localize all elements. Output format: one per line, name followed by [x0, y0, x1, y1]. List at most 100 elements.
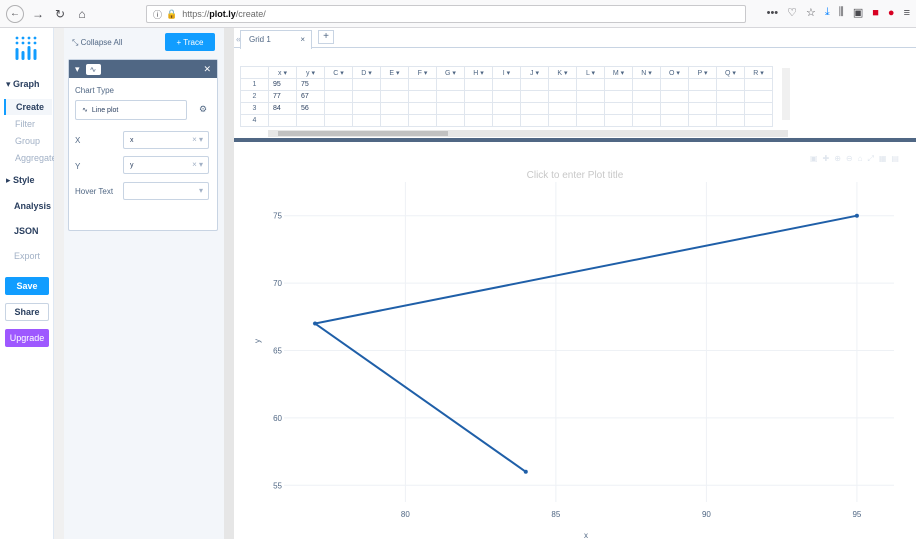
download-icon[interactable]: ⤓ [825, 6, 830, 19]
grid-column-header[interactable]: O ▾ [660, 66, 689, 79]
grid-column-header[interactable]: N ▾ [632, 66, 661, 79]
reload-button[interactable]: ↻ [52, 6, 68, 22]
grid-cell[interactable] [660, 90, 689, 103]
grid-cell[interactable] [548, 78, 577, 91]
nav-graph-section[interactable]: ▾ Graph [6, 79, 40, 90]
upgrade-button[interactable]: Upgrade [5, 329, 49, 347]
y-clear-chevron-icon[interactable]: × ▾ [192, 160, 203, 169]
grid-cell[interactable] [436, 102, 465, 115]
grid-column-header[interactable]: M ▾ [604, 66, 633, 79]
grid-scroll-thumb[interactable] [278, 131, 448, 136]
grid-column-header[interactable]: H ▾ [464, 66, 493, 79]
grid-vertical-scrollbar[interactable] [782, 68, 790, 120]
grid-cell[interactable] [548, 102, 577, 115]
close-tab-icon[interactable]: × [300, 31, 305, 48]
bookmark-star-icon[interactable]: ☆ [806, 6, 816, 19]
grid-cell[interactable] [268, 114, 297, 127]
grid-column-header[interactable]: J ▾ [520, 66, 549, 79]
x-column-select[interactable]: x × ▾ [123, 131, 209, 149]
grid-cell[interactable] [632, 114, 661, 127]
close-icon[interactable]: ✕ [203, 64, 211, 75]
hover-text-select[interactable]: ▾ [123, 182, 209, 200]
grid-cell[interactable] [688, 78, 717, 91]
grid-row-number[interactable]: 1 [240, 78, 269, 91]
grid-cell[interactable] [576, 114, 605, 127]
grid-cell[interactable]: 75 [296, 78, 325, 91]
add-grid-tab-button[interactable]: + [318, 30, 334, 44]
menu-icon[interactable]: ≡ [904, 7, 910, 19]
grid-cell[interactable] [744, 90, 773, 103]
grid-column-header[interactable]: D ▾ [352, 66, 381, 79]
grid-cell[interactable] [408, 102, 437, 115]
grid-cell[interactable] [716, 114, 745, 127]
grid-cell[interactable] [464, 78, 493, 91]
grid-cell[interactable]: 67 [296, 90, 325, 103]
grid-cell[interactable] [464, 114, 493, 127]
grid-cell[interactable] [352, 90, 381, 103]
y-column-select[interactable]: y × ▾ [123, 156, 209, 174]
grid-cell[interactable] [520, 78, 549, 91]
grid-cell[interactable] [380, 78, 409, 91]
grid-cell[interactable] [296, 114, 325, 127]
grid-cell[interactable] [632, 90, 661, 103]
grid-cell[interactable]: 56 [296, 102, 325, 115]
grid-cell[interactable] [380, 114, 409, 127]
forward-button[interactable]: → [30, 6, 46, 22]
grid-cell[interactable] [688, 114, 717, 127]
grid-column-header[interactable]: y ▾ [296, 66, 325, 79]
grid-cell[interactable] [604, 90, 633, 103]
home-button[interactable]: ⌂ [74, 6, 90, 22]
grid-cell[interactable] [660, 78, 689, 91]
nav-filter[interactable]: Filter [15, 119, 35, 129]
grid-column-header[interactable]: L ▾ [576, 66, 605, 79]
grid-cell[interactable] [492, 90, 521, 103]
data-point[interactable] [523, 469, 528, 474]
chevron-down-icon[interactable]: ▾ [75, 64, 80, 75]
left-nav-scrollbar[interactable] [54, 28, 64, 539]
grid-cell[interactable] [604, 102, 633, 115]
nav-style-section[interactable]: ▸ Style [6, 175, 35, 186]
grid-cell[interactable] [744, 78, 773, 91]
grid-cell[interactable] [520, 90, 549, 103]
grid-cell[interactable] [324, 114, 353, 127]
trace-card-header[interactable]: ▾ ∿ ✕ [69, 60, 217, 78]
grid-cell[interactable] [632, 102, 661, 115]
chart-type-selector[interactable]: ∿ Line plot [75, 100, 187, 120]
grid-column-header[interactable]: P ▾ [688, 66, 717, 79]
grid-cell[interactable] [492, 114, 521, 127]
grid-cell[interactable] [576, 90, 605, 103]
grid-cell[interactable] [744, 102, 773, 115]
grid-column-header[interactable]: K ▾ [548, 66, 577, 79]
grid-column-header[interactable]: x ▾ [268, 66, 297, 79]
grid-cell[interactable] [436, 78, 465, 91]
nav-json[interactable]: JSON [14, 226, 39, 236]
grid-cell[interactable] [492, 78, 521, 91]
recorder-icon[interactable]: ● [888, 7, 895, 19]
more-icon[interactable]: ••• [767, 7, 779, 19]
grid-row-number[interactable]: 4 [240, 114, 269, 127]
grid-cell[interactable] [352, 114, 381, 127]
grid-cell[interactable]: 95 [268, 78, 297, 91]
grid-cell[interactable] [744, 114, 773, 127]
grid-cell[interactable] [324, 102, 353, 115]
grid-column-header[interactable]: E ▾ [380, 66, 409, 79]
x-axis-title[interactable]: x [584, 531, 588, 539]
hover-chevron-icon[interactable]: ▾ [199, 186, 203, 195]
share-button[interactable]: Share [5, 303, 49, 321]
grid-column-header[interactable]: I ▾ [492, 66, 521, 79]
gear-icon[interactable]: ⚙ [199, 104, 207, 115]
line-chart[interactable]: 80 85 90 95 55 60 65 70 75 x y [234, 142, 916, 539]
grid-row-number[interactable]: 3 [240, 102, 269, 115]
nav-aggregate[interactable]: Aggregate [15, 153, 57, 163]
grid-cell[interactable] [464, 102, 493, 115]
grid-cell[interactable]: 77 [268, 90, 297, 103]
nav-create[interactable]: Create [4, 99, 52, 115]
extension-icon[interactable]: ■ [872, 7, 879, 19]
grid-cell[interactable] [408, 78, 437, 91]
grid-cell[interactable] [352, 78, 381, 91]
grid-cell[interactable] [408, 90, 437, 103]
grid-cell[interactable] [324, 78, 353, 91]
data-point[interactable] [854, 213, 859, 218]
nav-group[interactable]: Group [15, 136, 40, 146]
panel-scrollbar[interactable] [224, 28, 234, 539]
